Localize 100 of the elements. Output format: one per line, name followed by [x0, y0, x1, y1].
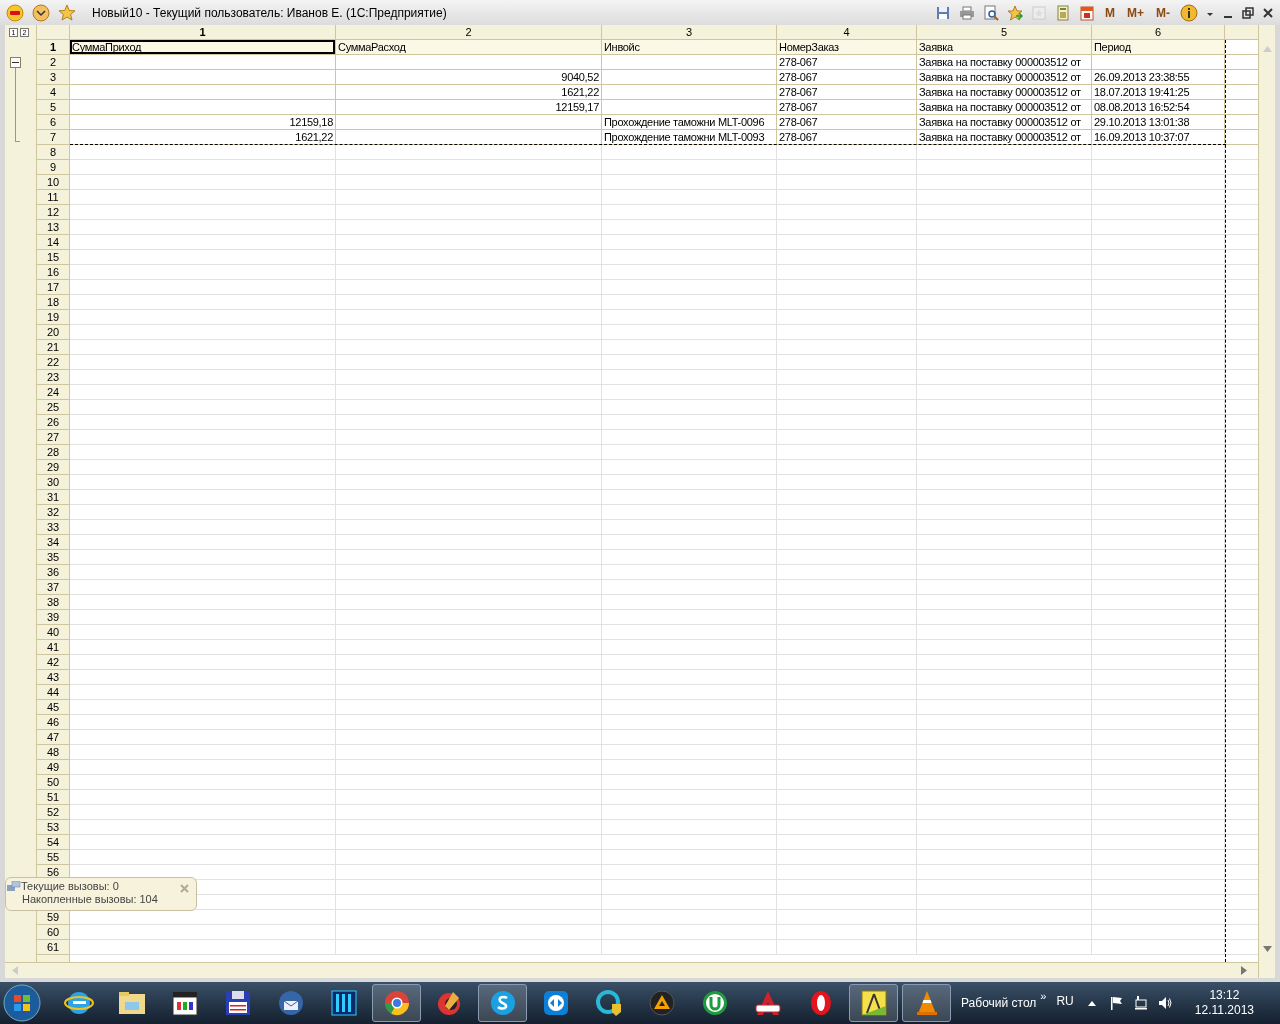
table-cell[interactable] — [917, 865, 1092, 880]
table-cell[interactable] — [1092, 265, 1225, 280]
table-cell[interactable] — [336, 640, 602, 655]
table-cell[interactable] — [777, 325, 917, 340]
table-cell[interactable] — [777, 430, 917, 445]
toolbar-label[interactable]: Рабочий стол — [961, 994, 1037, 1012]
table-cell[interactable] — [336, 280, 602, 295]
table-cell[interactable] — [777, 145, 917, 160]
table-cell[interactable] — [1092, 370, 1225, 385]
table-cell[interactable] — [336, 220, 602, 235]
table-cell[interactable]: Прохождение таможни MLT-0096 — [602, 115, 777, 130]
row-number[interactable]: 41 — [37, 640, 70, 655]
table-cell[interactable] — [602, 655, 777, 670]
table-cell[interactable] — [70, 805, 336, 820]
table-cell[interactable] — [336, 595, 602, 610]
table-cell[interactable] — [70, 460, 336, 475]
table-cell[interactable] — [70, 640, 336, 655]
table-cell[interactable] — [70, 700, 336, 715]
table-cell[interactable] — [336, 235, 602, 250]
table-cell[interactable] — [602, 925, 777, 940]
table-cell[interactable] — [336, 490, 602, 505]
table-cell[interactable] — [917, 205, 1092, 220]
table-cell[interactable] — [1092, 715, 1225, 730]
row-number[interactable]: 54 — [37, 835, 70, 850]
row-number[interactable]: 45 — [37, 700, 70, 715]
table-cell[interactable] — [602, 940, 777, 955]
table-cell[interactable] — [602, 700, 777, 715]
table-cell[interactable] — [602, 880, 777, 895]
table-cell[interactable] — [336, 730, 602, 745]
table-cell[interactable]: Заявка на поставку 000003512 от — [917, 115, 1092, 130]
table-cell[interactable] — [777, 910, 917, 925]
column-header[interactable]: 2 — [336, 25, 602, 40]
row-number[interactable]: 12 — [37, 205, 70, 220]
table-cell[interactable] — [1092, 400, 1225, 415]
row-number[interactable]: 47 — [37, 730, 70, 745]
row-number[interactable]: 2 — [37, 55, 70, 70]
table-cell[interactable]: 278-067 — [777, 70, 917, 85]
table-cell[interactable] — [1092, 490, 1225, 505]
table-cell[interactable]: 18.07.2013 19:41:25 — [1092, 85, 1225, 100]
table-cell[interactable]: 278-067 — [777, 100, 917, 115]
table-cell[interactable] — [336, 865, 602, 880]
table-cell[interactable] — [1092, 220, 1225, 235]
table-cell[interactable] — [70, 505, 336, 520]
table-cell[interactable] — [1092, 940, 1225, 955]
table-cell[interactable] — [336, 670, 602, 685]
table-cell[interactable] — [602, 295, 777, 310]
table-cell[interactable] — [602, 790, 777, 805]
table-cell[interactable] — [602, 85, 777, 100]
table-cell[interactable] — [917, 700, 1092, 715]
memory-button[interactable]: M — [1103, 3, 1117, 22]
table-cell[interactable] — [602, 55, 777, 70]
row-number[interactable]: 31 — [37, 490, 70, 505]
table-cell[interactable] — [336, 265, 602, 280]
table-cell[interactable] — [70, 325, 336, 340]
column-header[interactable]: 6 — [1092, 25, 1225, 40]
table-cell[interactable] — [917, 835, 1092, 850]
volume-icon[interactable] — [1157, 996, 1172, 1010]
column-header[interactable]: 1 — [70, 25, 336, 40]
row-number[interactable]: 37 — [37, 580, 70, 595]
table-cell[interactable] — [1092, 790, 1225, 805]
table-cell[interactable] — [602, 685, 777, 700]
row-number[interactable]: 44 — [37, 685, 70, 700]
table-cell[interactable] — [602, 235, 777, 250]
table-cell[interactable] — [70, 520, 336, 535]
table-cell[interactable] — [602, 595, 777, 610]
row-number[interactable]: 1 — [37, 40, 70, 55]
table-cell[interactable] — [777, 250, 917, 265]
taskbar-button[interactable] — [478, 984, 527, 1022]
table-cell[interactable] — [1092, 625, 1225, 640]
table-cell[interactable] — [777, 610, 917, 625]
table-cell[interactable] — [917, 850, 1092, 865]
table-cell[interactable] — [777, 415, 917, 430]
row-number[interactable]: 15 — [37, 250, 70, 265]
row-number[interactable]: 52 — [37, 805, 70, 820]
table-cell[interactable] — [602, 430, 777, 445]
table-cell[interactable] — [336, 940, 602, 955]
table-cell[interactable] — [917, 325, 1092, 340]
table-cell[interactable] — [917, 565, 1092, 580]
row-number[interactable]: 28 — [37, 445, 70, 460]
table-cell[interactable] — [917, 505, 1092, 520]
table-cell[interactable] — [70, 85, 336, 100]
table-cell[interactable]: 278-067 — [777, 55, 917, 70]
table-cell[interactable] — [917, 265, 1092, 280]
table-cell[interactable] — [1092, 250, 1225, 265]
table-cell[interactable] — [70, 100, 336, 115]
table-cell[interactable] — [602, 385, 777, 400]
row-number[interactable]: 39 — [37, 610, 70, 625]
table-cell[interactable] — [70, 910, 336, 925]
row-number[interactable]: 16 — [37, 265, 70, 280]
table-cell[interactable] — [336, 580, 602, 595]
table-cell[interactable] — [336, 175, 602, 190]
table-cell[interactable] — [777, 535, 917, 550]
collapse-toggle[interactable] — [10, 57, 21, 68]
table-cell[interactable] — [777, 400, 917, 415]
table-cell[interactable] — [1092, 580, 1225, 595]
table-cell[interactable] — [1092, 610, 1225, 625]
table-cell[interactable] — [602, 250, 777, 265]
table-cell[interactable] — [777, 835, 917, 850]
table-cell[interactable] — [602, 520, 777, 535]
table-cell[interactable]: 1621,22 — [70, 130, 336, 145]
